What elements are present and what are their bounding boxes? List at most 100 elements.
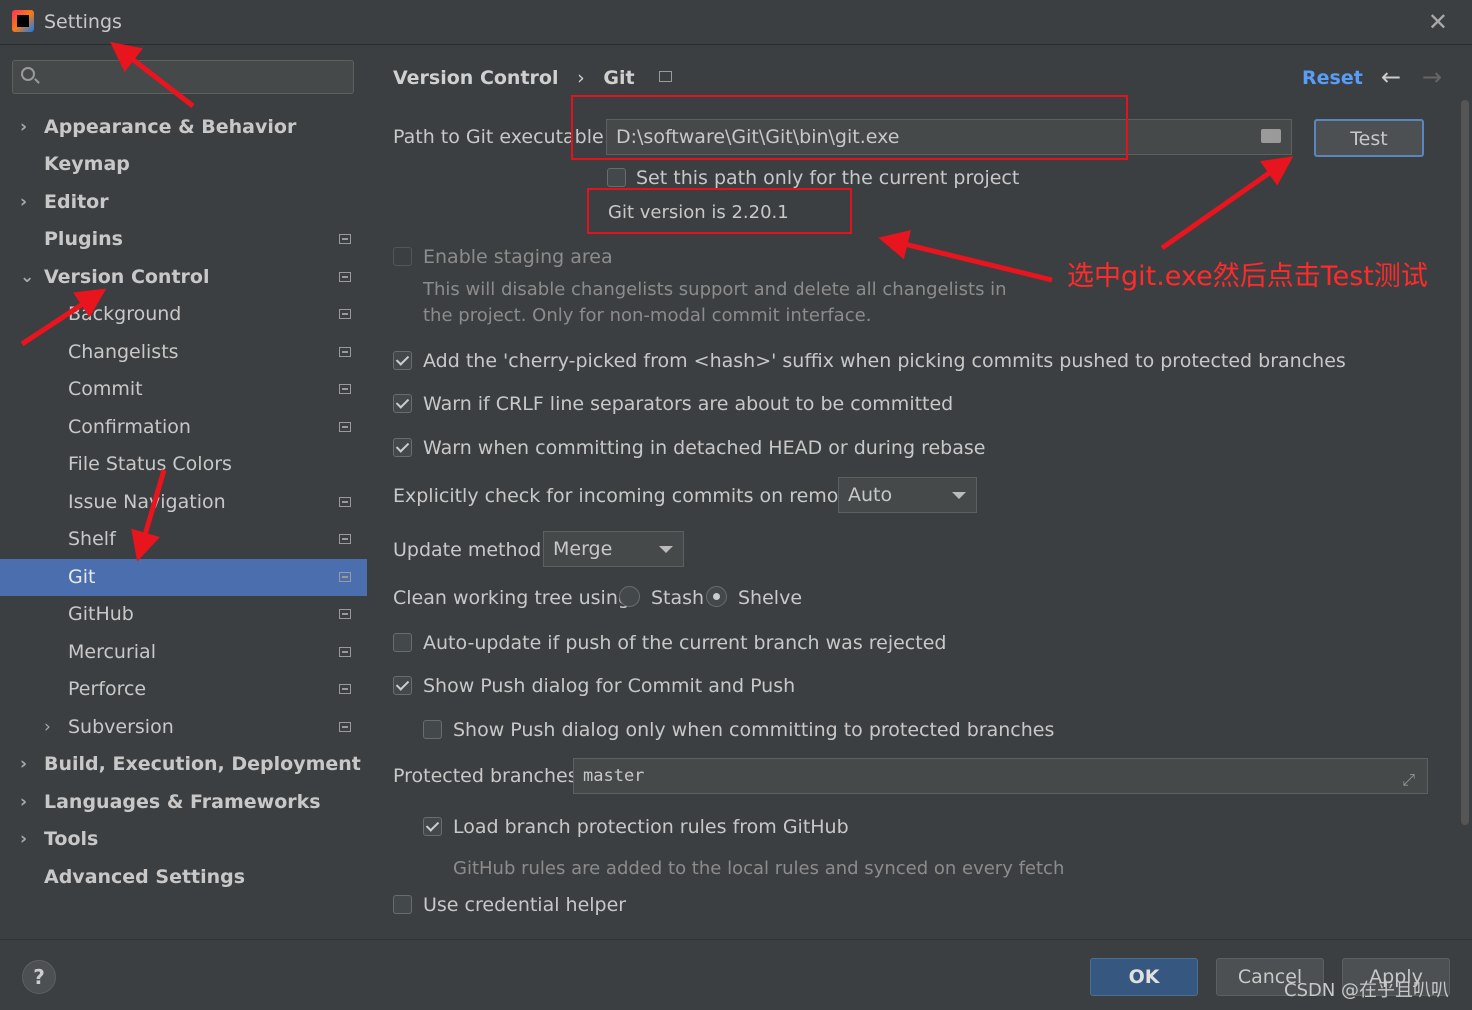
chevron-right-icon[interactable]: › <box>20 821 27 858</box>
sidebar-item-version-control[interactable]: ⌄ Version Control <box>0 259 367 296</box>
staging-label: Enable staging area <box>423 246 613 268</box>
test-button[interactable]: Test <box>1314 119 1424 157</box>
sidebar-item-commit[interactable]: Commit <box>0 371 367 408</box>
dropdown-caret-icon <box>659 546 673 553</box>
auto-update-checkbox[interactable] <box>393 633 412 652</box>
scrollbar[interactable] <box>1461 100 1469 825</box>
ok-button[interactable]: OK <box>1090 958 1198 996</box>
project-settings-icon <box>339 234 351 244</box>
sidebar-item-languages[interactable]: › Languages & Frameworks <box>0 784 367 821</box>
version-highlight-box <box>587 188 852 234</box>
crlf-label: Warn if CRLF line separators are about t… <box>423 393 954 415</box>
stash-radio[interactable] <box>619 586 640 607</box>
staging-description-line1: This will disable changelists support an… <box>423 279 1007 300</box>
settings-sidebar: › Appearance & Behavior Keymap › Editor Pl… <box>0 45 367 939</box>
cherry-pick-checkbox[interactable] <box>393 351 412 370</box>
chevron-right-icon[interactable]: › <box>20 109 27 146</box>
sidebar-item-background[interactable]: Background <box>0 296 367 333</box>
staging-checkbox[interactable] <box>393 247 412 266</box>
sidebar-item-editor[interactable]: › Editor <box>0 184 367 221</box>
chevron-right-icon[interactable]: › <box>20 184 27 221</box>
shelve-radio[interactable] <box>706 586 727 607</box>
github-rules-checkbox[interactable] <box>423 817 442 836</box>
incoming-commits-select[interactable]: Auto <box>838 477 977 513</box>
breadcrumb: Version Control › Git <box>393 67 673 89</box>
sidebar-item-git[interactable]: Git <box>0 559 367 596</box>
chevron-right-icon[interactable]: › <box>44 709 51 746</box>
chevron-right-icon[interactable]: › <box>20 746 27 783</box>
project-settings-icon <box>339 722 351 732</box>
project-only-label: Set this path only for the current proje… <box>636 167 1020 189</box>
forward-arrow-icon[interactable]: → <box>1422 63 1442 91</box>
close-icon[interactable]: ✕ <box>1428 8 1448 36</box>
path-highlight-box <box>571 95 1128 160</box>
annotation-text: 选中git.exe然后点击Test测试 <box>1067 261 1428 292</box>
push-protected-label: Show Push dialog only when committing to… <box>453 719 1055 741</box>
sidebar-item-shelf[interactable]: Shelf <box>0 521 367 558</box>
expand-icon[interactable]: ⤢ <box>1402 763 1415 797</box>
sidebar-item-subversion[interactable]: › Subversion <box>0 709 367 746</box>
clean-tree-label: Clean working tree using: <box>393 587 637 609</box>
sidebar-item-plugins[interactable]: Plugins <box>0 221 367 258</box>
window-title: Settings <box>44 11 122 33</box>
protected-branches-label: Protected branches: <box>393 765 585 787</box>
project-settings-icon <box>339 534 351 544</box>
sidebar-item-confirmation[interactable]: Confirmation <box>0 409 367 446</box>
cherry-pick-label: Add the 'cherry-picked from <hash>' suff… <box>423 350 1346 372</box>
incoming-commits-label: Explicitly check for incoming commits on… <box>393 485 874 507</box>
detached-head-label: Warn when committing in detached HEAD or… <box>423 437 986 459</box>
back-arrow-icon[interactable]: ← <box>1381 63 1401 91</box>
title-bar: Settings ✕ <box>0 0 1472 45</box>
sidebar-item-keymap[interactable]: Keymap <box>0 146 367 183</box>
project-settings-icon <box>659 71 673 82</box>
breadcrumb-separator: › <box>577 67 585 89</box>
project-settings-icon <box>339 422 351 432</box>
project-settings-icon <box>339 347 351 357</box>
project-settings-icon <box>339 497 351 507</box>
credential-helper-checkbox[interactable] <box>393 895 412 914</box>
project-settings-icon <box>339 609 351 619</box>
search-input[interactable] <box>12 60 354 94</box>
breadcrumb-parent[interactable]: Version Control <box>393 67 558 89</box>
project-settings-icon <box>339 684 351 694</box>
crlf-checkbox[interactable] <box>393 394 412 413</box>
push-dialog-label: Show Push dialog for Commit and Push <box>423 675 796 697</box>
help-button[interactable]: ? <box>22 960 56 994</box>
push-protected-checkbox[interactable] <box>423 720 442 739</box>
sidebar-item-issue-navigation[interactable]: Issue Navigation <box>0 484 367 521</box>
project-settings-icon <box>339 384 351 394</box>
project-settings-icon <box>339 309 351 319</box>
chevron-right-icon[interactable]: › <box>20 784 27 821</box>
github-rules-description: GitHub rules are added to the local rule… <box>453 858 1065 879</box>
chevron-down-icon[interactable]: ⌄ <box>20 259 34 296</box>
git-settings-panel: Version Control › Git Reset ← → Path to … <box>367 45 1472 939</box>
project-settings-icon <box>339 272 351 282</box>
csdn-watermark: CSDN @在乎且叭叭 <box>1284 980 1450 1001</box>
search-icon <box>21 67 35 81</box>
project-only-checkbox[interactable] <box>607 168 626 187</box>
dropdown-caret-icon <box>952 492 966 499</box>
sidebar-item-perforce[interactable]: Perforce <box>0 671 367 708</box>
update-method-select[interactable]: Merge <box>543 531 684 567</box>
sidebar-item-tools[interactable]: › Tools <box>0 821 367 858</box>
project-settings-icon <box>339 572 351 582</box>
detached-head-checkbox[interactable] <box>393 438 412 457</box>
sidebar-item-github[interactable]: GitHub <box>0 596 367 633</box>
protected-branches-input[interactable]: master ⤢ <box>573 758 1428 794</box>
shelve-label: Shelve <box>738 587 803 609</box>
auto-update-label: Auto-update if push of the current branc… <box>423 632 947 654</box>
push-dialog-checkbox[interactable] <box>393 676 412 695</box>
credential-helper-label: Use credential helper <box>423 894 627 916</box>
folder-icon[interactable] <box>1261 129 1281 143</box>
sidebar-item-changelists[interactable]: Changelists <box>0 334 367 371</box>
reset-link[interactable]: Reset <box>1302 67 1363 89</box>
update-method-label: Update method: <box>393 539 548 561</box>
sidebar-item-build[interactable]: › Build, Execution, Deployment <box>0 746 367 783</box>
breadcrumb-current: Git <box>603 67 635 89</box>
sidebar-item-appearance[interactable]: › Appearance & Behavior <box>0 109 367 146</box>
staging-description-line2: the project. Only for non-modal commit i… <box>423 305 872 326</box>
sidebar-item-file-status-colors[interactable]: File Status Colors <box>0 446 367 483</box>
stash-label: Stash <box>651 587 705 609</box>
sidebar-item-advanced[interactable]: Advanced Settings <box>0 859 367 896</box>
sidebar-item-mercurial[interactable]: Mercurial <box>0 634 367 671</box>
